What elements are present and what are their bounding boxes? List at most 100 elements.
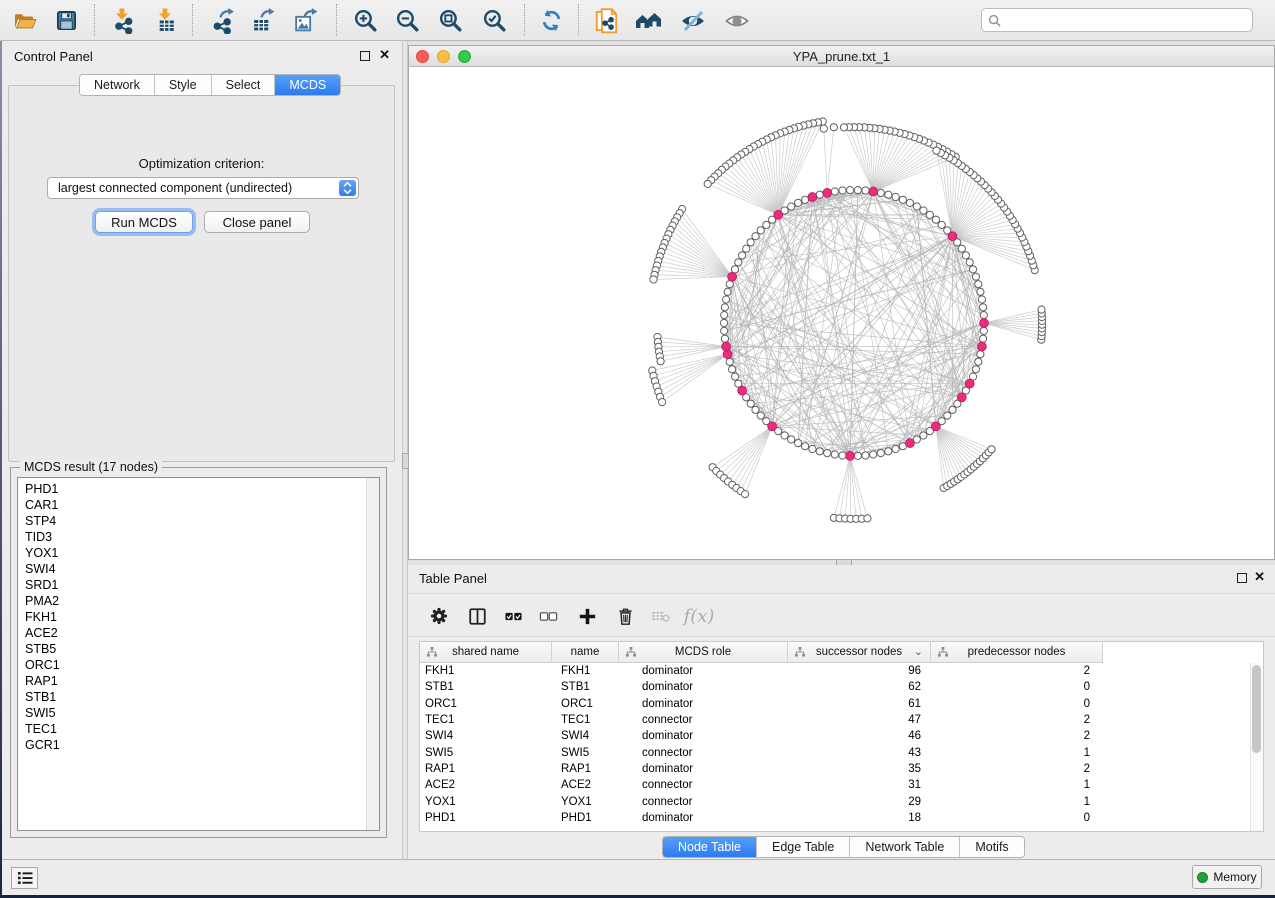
network-hub-node[interactable]	[869, 187, 878, 196]
network-node[interactable]	[729, 366, 736, 373]
network-hub-node[interactable]	[980, 319, 989, 328]
network-node[interactable]	[795, 199, 802, 206]
mcds-result-list[interactable]: PHD1CAR1STP4TID3YOX1SWI4SRD1PMA2FKH1ACE2…	[17, 477, 380, 831]
network-node[interactable]	[840, 124, 847, 131]
save-session-button[interactable]	[49, 6, 83, 35]
network-node[interactable]	[877, 189, 884, 196]
network-node[interactable]	[757, 412, 764, 419]
network-node[interactable]	[824, 450, 831, 457]
zoom-fit-button[interactable]	[433, 6, 467, 35]
network-node[interactable]	[742, 491, 749, 498]
export-table-button[interactable]	[245, 6, 279, 35]
network-node[interactable]	[763, 221, 770, 228]
mcds-result-item[interactable]: SWI4	[25, 561, 359, 577]
network-node[interactable]	[972, 273, 979, 280]
deselect-all-button[interactable]	[533, 602, 563, 630]
network-node[interactable]	[743, 245, 750, 252]
network-node[interactable]	[920, 432, 927, 439]
network-node[interactable]	[831, 188, 838, 195]
network-node[interactable]	[757, 227, 764, 234]
tab-select[interactable]: Select	[212, 75, 276, 95]
network-node[interactable]	[726, 358, 733, 365]
network-node[interactable]	[920, 207, 927, 214]
network-node[interactable]	[977, 288, 984, 295]
network-node[interactable]	[788, 436, 795, 443]
clear-table-button[interactable]	[646, 602, 676, 630]
network-node[interactable]	[854, 452, 861, 459]
network-node[interactable]	[781, 432, 788, 439]
close-panel-icon[interactable]: ✕	[379, 48, 390, 62]
mcds-result-item[interactable]: SRD1	[25, 577, 359, 593]
add-column-button[interactable]	[572, 602, 602, 630]
table-row[interactable]: PHD1PHD1dominator180	[420, 810, 1250, 826]
table-row[interactable]: FKH1FKH1dominator962	[420, 663, 1250, 679]
network-node[interactable]	[839, 187, 846, 194]
network-node[interactable]	[864, 515, 871, 522]
network-node[interactable]	[969, 266, 976, 273]
network-node[interactable]	[862, 452, 869, 459]
network-hub-node[interactable]	[846, 452, 855, 461]
export-image-button[interactable]	[288, 6, 322, 35]
search-input[interactable]	[1006, 12, 1246, 28]
float-window-icon[interactable]	[1237, 573, 1247, 583]
column-header-name[interactable]: name	[552, 642, 619, 663]
network-node[interactable]	[809, 445, 816, 452]
column-header-shared-name[interactable]: shared name	[420, 642, 552, 663]
network-hub-node[interactable]	[728, 272, 737, 281]
network-hub-node[interactable]	[823, 189, 832, 198]
refresh-button[interactable]	[534, 6, 568, 35]
network-node[interactable]	[726, 281, 733, 288]
network-node[interactable]	[650, 276, 657, 283]
network-node[interactable]	[980, 327, 987, 334]
network-hub-node[interactable]	[768, 422, 777, 431]
network-node[interactable]	[724, 288, 731, 295]
network-hub-node[interactable]	[723, 350, 732, 359]
network-node[interactable]	[788, 203, 795, 210]
network-node[interactable]	[885, 448, 892, 455]
show-all-button[interactable]	[720, 6, 754, 35]
network-node[interactable]	[854, 187, 861, 194]
network-node[interactable]	[977, 351, 984, 358]
network-node[interactable]	[892, 193, 899, 200]
mcds-result-item[interactable]: PMA2	[25, 593, 359, 609]
open-file-button[interactable]	[8, 6, 42, 35]
tab-network[interactable]: Network	[80, 75, 155, 95]
network-node[interactable]	[816, 448, 823, 455]
network-node[interactable]	[723, 296, 730, 303]
select-all-button[interactable]	[498, 602, 528, 630]
network-node[interactable]	[966, 259, 973, 266]
network-node[interactable]	[975, 358, 982, 365]
network-node[interactable]	[978, 296, 985, 303]
network-graph[interactable]	[409, 67, 1274, 559]
network-node[interactable]	[870, 451, 877, 458]
scrollbar-thumb[interactable]	[1252, 665, 1261, 753]
zoom-in-button[interactable]	[348, 6, 382, 35]
delete-column-button[interactable]	[610, 602, 640, 630]
network-node[interactable]	[938, 221, 945, 228]
network-node[interactable]	[980, 335, 987, 342]
network-node[interactable]	[958, 245, 965, 252]
network-node[interactable]	[892, 445, 899, 452]
import-table-button[interactable]	[149, 6, 183, 35]
table-row[interactable]: TEC1TEC1connector472	[420, 712, 1250, 728]
network-node[interactable]	[731, 373, 738, 380]
network-node[interactable]	[721, 335, 728, 342]
network-hub-node[interactable]	[932, 422, 941, 431]
network-node[interactable]	[972, 366, 979, 373]
close-panel-icon[interactable]: ✕	[1254, 570, 1265, 584]
network-node[interactable]	[839, 452, 846, 459]
network-hub-node[interactable]	[948, 232, 957, 241]
mcds-result-item[interactable]: SWI5	[25, 705, 359, 721]
network-node[interactable]	[739, 252, 746, 259]
network-hub-node[interactable]	[774, 211, 783, 220]
gear-button[interactable]	[424, 602, 454, 630]
mcds-result-item[interactable]: STB5	[25, 641, 359, 657]
run-mcds-button[interactable]: Run MCDS	[95, 211, 193, 233]
table-row[interactable]: RAP1RAP1dominator352	[420, 761, 1250, 777]
hide-selected-button[interactable]	[676, 6, 710, 35]
network-node[interactable]	[847, 187, 854, 194]
mcds-result-item[interactable]: STB1	[25, 689, 359, 705]
network-node[interactable]	[721, 304, 728, 311]
table-row[interactable]: YOX1YOX1connector291	[420, 793, 1250, 809]
network-node[interactable]	[980, 304, 987, 311]
